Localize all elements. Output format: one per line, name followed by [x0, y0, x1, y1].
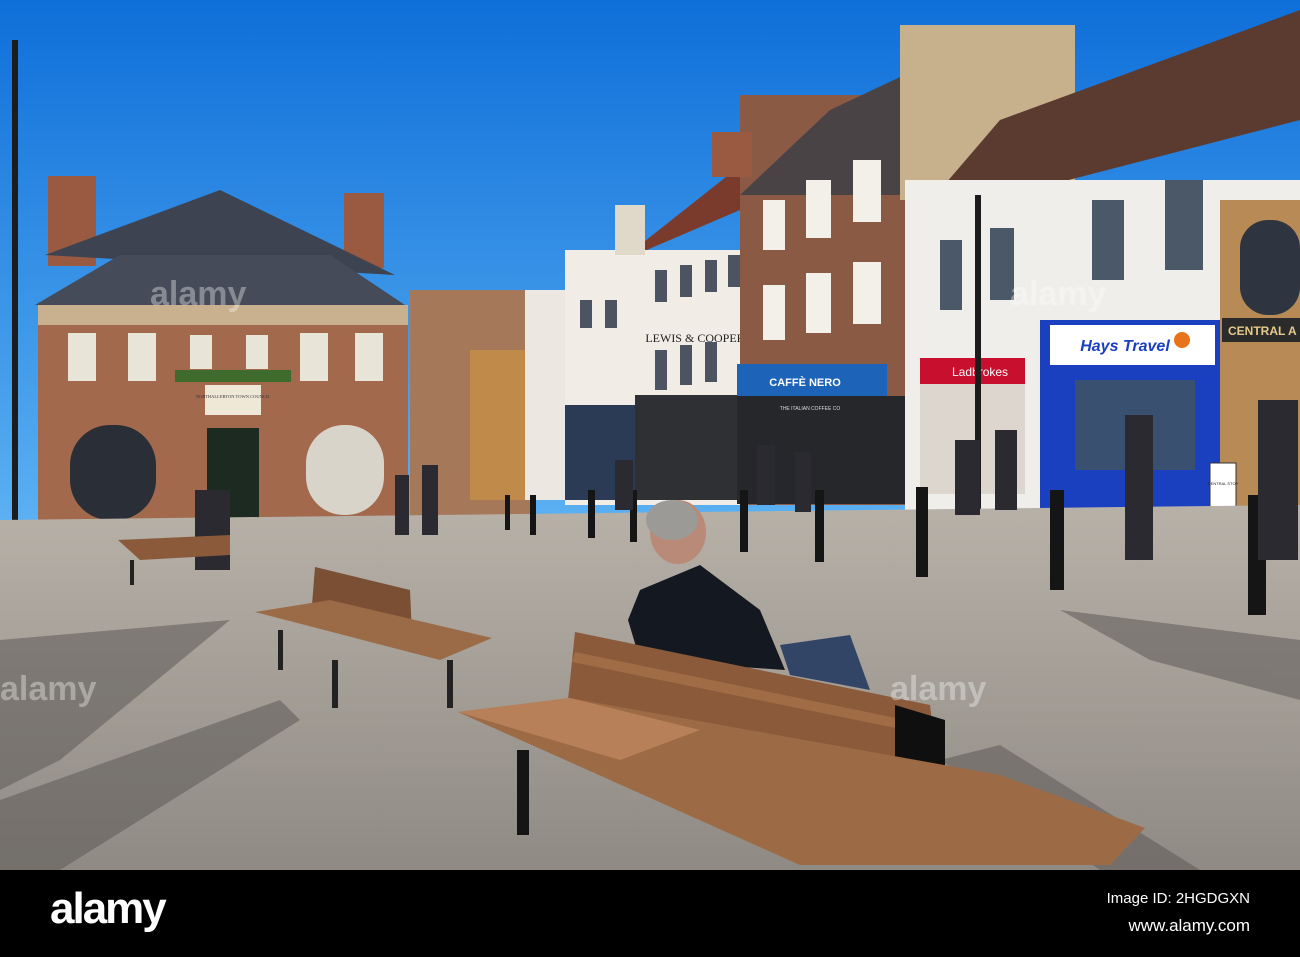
- italian-coffee-sign: THE ITALIAN COFFEE CO: [780, 406, 841, 412]
- svg-text:alamy: alamy: [890, 670, 986, 708]
- watermark-footer: alamy Image ID: 2HGDGXN www.alamy.com: [0, 870, 1300, 957]
- svg-text:alamy: alamy: [0, 670, 96, 708]
- town-square-photo: NORTHALLERTON TOWN COUNCIL LEWIS & COOPE…: [0, 0, 1300, 870]
- svg-text:alamy: alamy: [150, 275, 246, 313]
- central-arcade-sign: CENTRAL A: [1228, 324, 1297, 338]
- hays-travel-sign: Hays Travel: [1080, 338, 1170, 355]
- site-url: www.alamy.com: [1128, 916, 1250, 935]
- town-hall: NORTHALLERTON TOWN COUNCIL: [35, 176, 408, 540]
- photo-scene: NORTHALLERTON TOWN COUNCIL LEWIS & COOPE…: [0, 0, 1300, 957]
- lamp-post: [12, 40, 18, 565]
- caffe-nero-sign: CAFFÈ NERO: [769, 376, 841, 389]
- central-stop-sign: CENTRAL STOP: [1208, 481, 1239, 486]
- svg-text:alamy: alamy: [1010, 275, 1106, 313]
- town-council-sign: NORTHALLERTON TOWN COUNCIL: [196, 394, 270, 399]
- image-id: Image ID: 2HGDGXN: [1106, 890, 1250, 907]
- alamy-logo: alamy: [50, 884, 167, 933]
- lewis-cooper-sign: LEWIS & COOPER: [645, 331, 744, 345]
